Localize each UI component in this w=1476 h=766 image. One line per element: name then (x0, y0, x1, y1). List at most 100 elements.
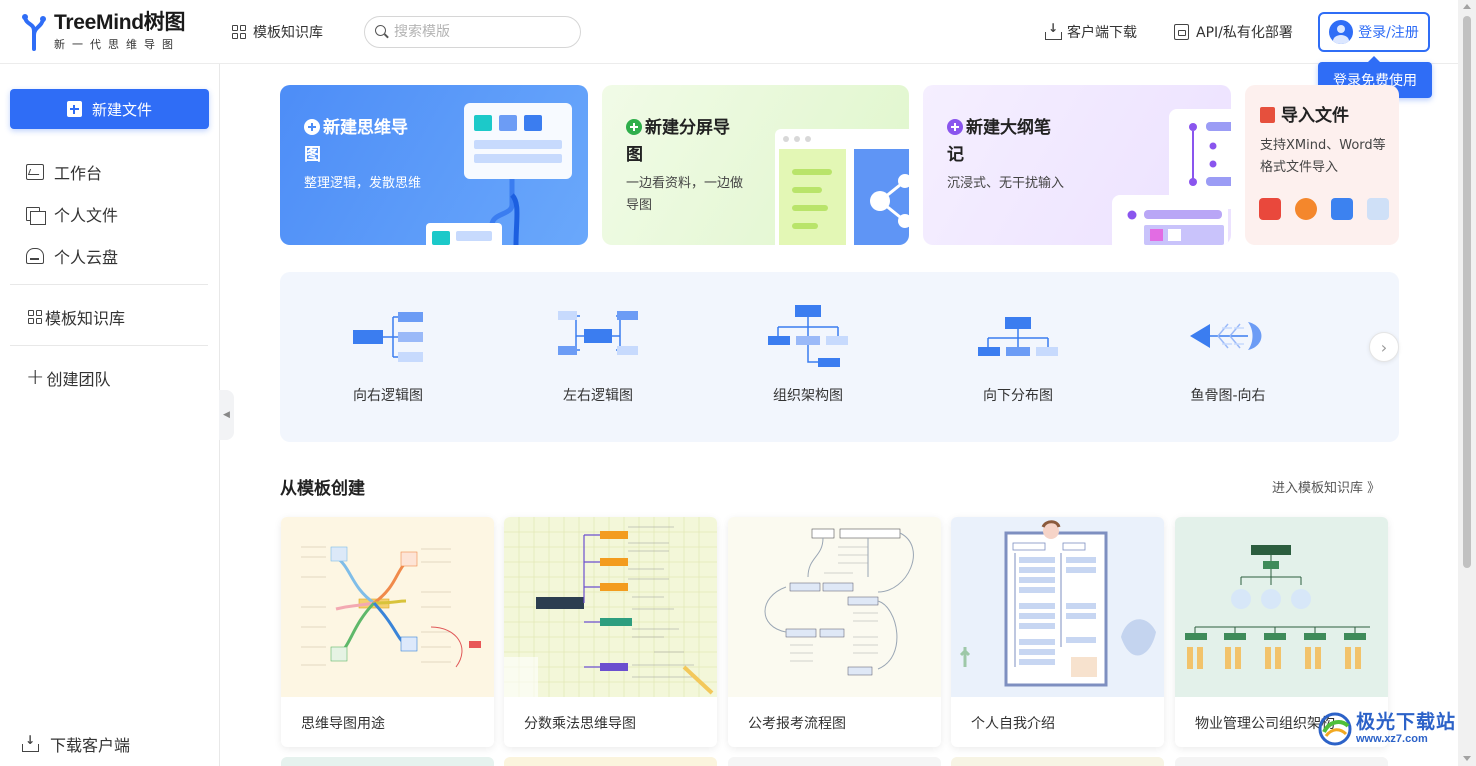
cloud-drive-icon (26, 248, 44, 264)
template-thumbnail (728, 517, 941, 697)
sidebar-item-template-library[interactable]: 模板知识库 (28, 305, 125, 329)
structure-label: 向下分布图 (983, 388, 1053, 404)
template-title: 公考报考流程图 (748, 716, 846, 732)
card-desc: 一边看资料，一边做导图 (626, 176, 744, 213)
plus-circle-icon (304, 119, 320, 135)
card-title: 新建大纲笔记 (947, 118, 1051, 165)
api-icon (1174, 24, 1189, 40)
sidebar: 新建文件 工作台 个人文件 个人云盘 模板知识库 + 创建团队 下载客户端 (0, 64, 220, 766)
template-title: 物业管理公司组织架构 (1195, 716, 1335, 732)
api-deploy-label: API/私有化部署 (1196, 25, 1293, 41)
sidebar-download-client[interactable]: 下载客户端 (22, 732, 130, 756)
template-card-peek (504, 757, 717, 766)
watermark: 极光下载站 www.xz7.com (1318, 712, 1456, 746)
template-card[interactable]: 公考报考流程图 (728, 517, 941, 747)
sidebar-item-label: 创建团队 (46, 370, 111, 389)
structure-label: 组织架构图 (773, 388, 843, 404)
card-title: 新建分屏导图 (626, 118, 730, 165)
structure-label: 鱼骨图-向右 (1190, 388, 1266, 404)
template-title: 思维导图用途 (301, 716, 385, 732)
sidebar-item-personal-files[interactable]: 个人文件 (26, 202, 118, 226)
new-file-button[interactable]: 新建文件 (10, 89, 209, 129)
template-thumbnail (504, 517, 717, 697)
sidebar-item-label: 模板知识库 (45, 309, 126, 328)
scroll-up-icon[interactable] (1463, 4, 1471, 9)
login-register-button[interactable]: 登录/注册 (1318, 12, 1430, 52)
chevron-right-icon: › (1380, 337, 1388, 357)
template-thumbnail (281, 517, 494, 697)
right-logic-icon (353, 312, 423, 362)
structure-right-logic[interactable]: 向右逻辑图 (318, 272, 458, 442)
template-card-peek (951, 757, 1164, 766)
search-input[interactable] (394, 24, 564, 40)
sidebar-item-create-team[interactable]: + 创建团队 (26, 366, 110, 390)
template-card[interactable]: 分数乘法思维导图 (504, 517, 717, 747)
watermark-logo-icon (1318, 712, 1352, 746)
import-file-icon (1260, 107, 1275, 123)
word-format-icon (1331, 198, 1353, 220)
template-library-link[interactable]: 进入模板知识库 》 (1272, 477, 1380, 496)
scroll-thumb[interactable] (1463, 16, 1471, 568)
import-file-card[interactable]: 导入文件 支持XMind、Word等格式文件导入 (1245, 85, 1399, 245)
logo-subtitle: 新一代思维导图 (54, 38, 180, 51)
new-outline-note-card[interactable]: 新建大纲笔记 沉浸式、无干扰输入 (923, 85, 1231, 245)
org-chart-icon (768, 305, 848, 367)
template-card-peek (728, 757, 941, 766)
sidebar-divider (10, 345, 208, 346)
nav-template-library[interactable]: 模板知识库 (232, 22, 323, 42)
structure-org-chart[interactable]: 组织架构图 (738, 272, 878, 442)
card-title: 新建思维导图 (304, 118, 408, 165)
sidebar-item-cloud-drive[interactable]: 个人云盘 (26, 244, 118, 268)
left-right-logic-icon (558, 311, 638, 355)
structure-fishbone[interactable]: 鱼骨图-向右 (1158, 272, 1298, 442)
logo[interactable]: TreeMind树图 新一代思维导图 (20, 12, 185, 52)
card-desc: 整理逻辑，发散思维 (304, 176, 422, 191)
template-thumbnail (951, 517, 1164, 697)
workbench-icon (26, 164, 44, 180)
client-download-link[interactable]: 客户端下载 (1045, 21, 1137, 42)
mindmanager-format-icon (1295, 198, 1317, 220)
api-deploy-link[interactable]: API/私有化部署 (1174, 22, 1293, 42)
scroll-down-icon[interactable] (1463, 756, 1471, 761)
plus-circle-icon (947, 119, 963, 135)
search-box[interactable] (364, 16, 581, 48)
down-tree-icon (978, 317, 1058, 356)
watermark-text: 极光下载站 (1356, 711, 1457, 733)
client-download-label: 客户端下载 (1067, 25, 1137, 41)
new-file-icon (66, 101, 82, 117)
template-thumbnail (1175, 517, 1388, 697)
login-register-label: 登录/注册 (1358, 25, 1419, 41)
structure-picker: 向右逻辑图 左右逻辑图 组织架构图 向下分布图 鱼骨图-向右 (280, 272, 1399, 442)
section-title: 从模板创建 (280, 479, 365, 499)
sidebar-divider (10, 284, 208, 285)
folder-icon (26, 207, 46, 225)
grid-icon (28, 310, 42, 324)
template-title: 分数乘法思维导图 (524, 716, 636, 732)
search-icon (375, 25, 389, 39)
page-scrollbar[interactable] (1458, 0, 1476, 766)
sidebar-collapse-toggle[interactable]: ◀ (219, 390, 234, 440)
sidebar-item-label: 个人云盘 (54, 248, 119, 267)
logo-title: TreeMind树图 (54, 11, 186, 34)
download-icon (22, 733, 39, 752)
download-icon (1045, 21, 1062, 40)
new-file-label: 新建文件 (91, 100, 152, 119)
template-card[interactable]: 思维导图用途 (281, 517, 494, 747)
user-avatar-icon (1329, 20, 1354, 44)
structure-down-tree[interactable]: 向下分布图 (948, 272, 1088, 442)
structure-left-right-logic[interactable]: 左右逻辑图 (528, 272, 668, 442)
structure-label: 向右逻辑图 (353, 388, 423, 404)
format-icons (1259, 198, 1389, 220)
top-header: TreeMind树图 新一代思维导图 模板知识库 客户端下载 API/私有化部署… (0, 0, 1476, 64)
card-desc: 支持XMind、Word等格式文件导入 (1260, 138, 1386, 175)
new-mindmap-card[interactable]: 新建思维导图 整理逻辑，发散思维 (280, 85, 588, 245)
new-split-mindmap-card[interactable]: 新建分屏导图 一边看资料，一边做导图 (602, 85, 909, 245)
template-card-peek (1175, 757, 1388, 766)
sidebar-item-label: 工作台 (54, 164, 103, 183)
template-card[interactable]: 个人自我介绍 (951, 517, 1164, 747)
sidebar-item-workbench[interactable]: 工作台 (26, 160, 102, 184)
plus-circle-icon (626, 119, 642, 135)
txt-format-icon (1367, 198, 1389, 220)
structure-next-button[interactable]: › (1369, 332, 1399, 362)
template-card-peek (281, 757, 494, 766)
